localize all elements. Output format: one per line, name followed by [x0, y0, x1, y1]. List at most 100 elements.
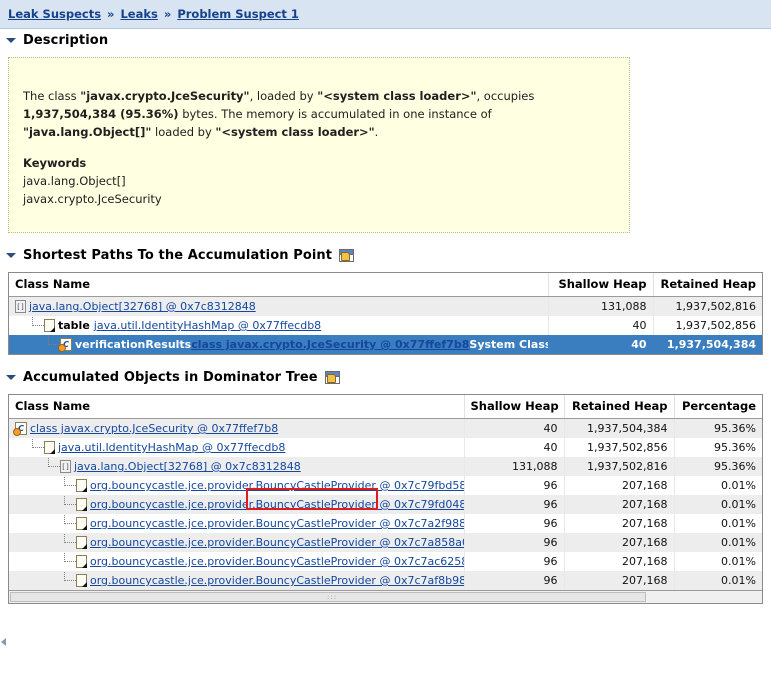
object-link[interactable]: org.bouncycastle.jce.provider.BouncyCast… — [90, 498, 463, 511]
desc-class-loader: "<system class loader>" — [317, 89, 477, 103]
section-header-shortest-paths[interactable]: Shortest Paths To the Accumulation Point — [0, 244, 771, 266]
retained-heap-cell: 1,937,504,384 — [653, 335, 762, 354]
table-row[interactable]: org.bouncycastle.jce.provider.BouncyCast… — [9, 552, 762, 571]
section-title-accumulated-objects: Accumulated Objects in Dominator Tree — [23, 369, 318, 385]
scrollbar-grip-icon: ::: — [327, 593, 338, 601]
retained-heap-cell: 1,937,502,856 — [564, 438, 675, 457]
section-header-description[interactable]: Description — [0, 29, 771, 51]
class-icon: C — [13, 422, 27, 436]
class-icon: C — [58, 338, 72, 352]
column-header-percentage[interactable]: Percentage — [674, 395, 762, 419]
shallow-heap-cell: 96 — [464, 514, 565, 533]
class-name-cell[interactable]: [] java.lang.Object[32768] @ 0x7c8312848 — [9, 457, 465, 476]
document-icon — [76, 479, 87, 492]
class-name-cell[interactable]: org.bouncycastle.jce.provider.BouncyCast… — [9, 514, 465, 533]
object-link[interactable]: java.lang.Object[32768] @ 0x7c8312848 — [74, 460, 301, 473]
field-name: verificationResults — [75, 338, 192, 351]
table-row[interactable]: [] java.lang.Object[32768] @ 0x7c8312848… — [9, 296, 762, 316]
open-in-view-icon[interactable] — [339, 248, 355, 262]
object-link[interactable]: org.bouncycastle.jce.provider.BouncyCast… — [90, 536, 463, 549]
shallow-heap-cell: 40 — [464, 438, 565, 457]
column-header-class-name[interactable]: Class Name — [9, 273, 549, 297]
table-row[interactable]: C class javax.crypto.JceSecurity @ 0x77f… — [9, 418, 762, 438]
breadcrumb: Leak Suspects » Leaks » Problem Suspect … — [0, 0, 771, 29]
retained-heap-cell: 1,937,502,856 — [675, 319, 756, 332]
desc-text: loaded by — [151, 124, 216, 139]
tree-line — [63, 571, 76, 587]
document-icon — [44, 319, 55, 332]
table-row[interactable]: org.bouncycastle.jce.provider.BouncyCast… — [9, 571, 762, 590]
table-row[interactable]: org.bouncycastle.jce.provider.BouncyCast… — [9, 514, 762, 533]
object-link[interactable]: class javax.crypto.JceSecurity @ 0x77ffe… — [191, 338, 469, 351]
class-name-cell[interactable]: java.util.IdentityHashMap @ 0x77ffecdb8 — [9, 438, 465, 457]
system-class-tag: System Class — [469, 338, 548, 351]
chevron-down-icon[interactable] — [6, 37, 16, 43]
retained-heap-cell: 207,168 — [564, 495, 675, 514]
object-link[interactable]: org.bouncycastle.jce.provider.BouncyCast… — [90, 574, 463, 587]
desc-text: . — [374, 124, 379, 139]
class-name-cell[interactable]: org.bouncycastle.jce.provider.BouncyCast… — [9, 552, 465, 571]
class-name-cell[interactable]: [] java.lang.Object[32768] @ 0x7c8312848 — [9, 296, 549, 316]
table-row[interactable]: table java.util.IdentityHashMap @ 0x77ff… — [9, 316, 762, 335]
breadcrumb-item-leak-suspects[interactable]: Leak Suspects — [8, 7, 101, 21]
class-name-cell[interactable]: table java.util.IdentityHashMap @ 0x77ff… — [9, 316, 549, 335]
breadcrumb-item-problem-suspect-1[interactable]: Problem Suspect 1 — [177, 7, 299, 21]
shallow-heap-cell: 96 — [464, 552, 565, 571]
shortest-paths-table: Class Name Shallow Heap Retained Heap []… — [9, 273, 762, 354]
resize-corner-icon — [1, 638, 6, 646]
shallow-heap-cell: 40 — [548, 316, 654, 335]
class-name-cell[interactable]: C class javax.crypto.JceSecurity @ 0x77f… — [9, 418, 465, 438]
desc-text: The class — [23, 89, 81, 103]
retained-heap-cell: 207,168 — [564, 476, 675, 495]
column-header-shallow-heap[interactable]: Shallow Heap — [548, 273, 654, 297]
table-row[interactable]: org.bouncycastle.jce.provider.BouncyCast… — [9, 533, 762, 552]
object-link[interactable]: java.lang.Object[32768] @ 0x7c8312848 — [29, 300, 256, 313]
breadcrumb-separator: » — [107, 7, 115, 21]
column-header-class-name[interactable]: Class Name — [9, 395, 465, 419]
tree-line — [63, 552, 76, 568]
retained-heap-cell: 207,168 — [564, 514, 675, 533]
object-link[interactable]: org.bouncycastle.jce.provider.BouncyCast… — [90, 479, 463, 492]
class-name-cell[interactable]: C verificationResults class javax.crypto… — [9, 335, 549, 354]
breadcrumb-item-leaks[interactable]: Leaks — [120, 7, 157, 21]
percentage-cell: 0.01% — [721, 555, 756, 568]
shallow-heap-cell: 131,088 — [548, 296, 654, 316]
open-in-view-icon[interactable] — [324, 370, 340, 384]
table-row[interactable]: java.util.IdentityHashMap @ 0x77ffecdb8 … — [9, 438, 762, 457]
document-icon — [76, 536, 87, 549]
shortest-paths-table-wrapper: Class Name Shallow Heap Retained Heap []… — [8, 272, 763, 355]
horizontal-scrollbar[interactable]: ::: — [9, 590, 762, 603]
desc-class-loader-2: "<system class loader>" — [215, 124, 375, 139]
object-link[interactable]: org.bouncycastle.jce.provider.BouncyCast… — [90, 555, 463, 568]
column-header-shallow-heap[interactable]: Shallow Heap — [464, 395, 565, 419]
percentage-cell: 0.01% — [674, 571, 762, 590]
object-link[interactable]: org.bouncycastle.jce.provider.BouncyCast… — [90, 517, 463, 530]
object-link[interactable]: java.util.IdentityHashMap @ 0x77ffecdb8 — [58, 441, 285, 454]
object-link[interactable]: java.util.IdentityHashMap @ 0x77ffecdb8 — [94, 319, 321, 332]
object-link[interactable]: class javax.crypto.JceSecurity @ 0x77ffe… — [30, 422, 278, 435]
class-name-cell[interactable]: org.bouncycastle.jce.provider.BouncyCast… — [9, 533, 465, 552]
tree-line — [63, 495, 76, 511]
keywords-heading: Keywords — [23, 156, 87, 171]
tree-line — [63, 514, 76, 530]
desc-text: , loaded by — [249, 89, 318, 103]
tree-line — [63, 476, 76, 492]
table-row[interactable]: org.bouncycastle.jce.provider.BouncyCast… — [9, 476, 762, 495]
document-icon — [76, 517, 87, 530]
class-name-cell[interactable]: org.bouncycastle.jce.provider.BouncyCast… — [9, 476, 465, 495]
table-row[interactable]: [] java.lang.Object[32768] @ 0x7c8312848… — [9, 457, 762, 476]
column-header-retained-heap[interactable]: Retained Heap — [653, 273, 762, 297]
table-row[interactable]: org.bouncycastle.jce.provider.BouncyCast… — [9, 495, 762, 514]
column-header-retained-heap[interactable]: Retained Heap — [564, 395, 675, 419]
chevron-down-icon[interactable] — [6, 252, 16, 258]
table-row[interactable]: C verificationResults class javax.crypto… — [9, 335, 762, 354]
desc-class-name: "javax.crypto.JceSecurity" — [80, 89, 250, 103]
table-header-row: Class Name Shallow Heap Retained Heap Pe… — [9, 395, 762, 419]
percentage-cell: 0.01% — [721, 517, 756, 530]
section-header-accumulated-objects[interactable]: Accumulated Objects in Dominator Tree — [0, 366, 771, 388]
breadcrumb-separator: » — [163, 7, 172, 21]
class-name-cell[interactable]: org.bouncycastle.jce.provider.BouncyCast… — [9, 571, 465, 590]
class-name-cell[interactable]: org.bouncycastle.jce.provider.BouncyCast… — [9, 495, 465, 514]
chevron-down-icon[interactable] — [6, 374, 16, 380]
tree-line — [31, 438, 44, 454]
